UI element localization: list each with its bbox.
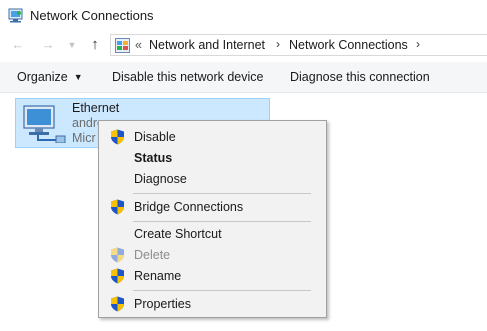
navigation-bar: ← → ▼ ↑ « Network and Internet › Network… bbox=[0, 33, 487, 59]
menu-separator bbox=[133, 290, 311, 291]
menu-item-label: Rename bbox=[134, 269, 182, 283]
breadcrumb-separator-icon[interactable]: › bbox=[416, 37, 420, 51]
disable-device-button[interactable]: Disable this network device bbox=[112, 70, 263, 84]
breadcrumb-network-and-internet[interactable]: Network and Internet bbox=[149, 38, 265, 52]
network-connections-icon bbox=[8, 8, 23, 23]
menu-item-label: Create Shortcut bbox=[134, 227, 222, 241]
menu-item-diagnose[interactable]: Diagnose bbox=[99, 169, 326, 189]
connection-adapter: Micr bbox=[72, 131, 96, 145]
context-menu: Disable Status Diagnose Bridge Connectio… bbox=[98, 120, 327, 318]
breadcrumb-network-connections[interactable]: Network Connections bbox=[289, 38, 408, 52]
menu-item-label: Disable bbox=[134, 130, 176, 144]
diagnose-connection-button[interactable]: Diagnose this connection bbox=[290, 70, 430, 84]
ethernet-adapter-icon bbox=[23, 105, 66, 143]
uac-shield-icon bbox=[111, 268, 124, 284]
menu-item-rename[interactable]: Rename bbox=[99, 266, 326, 286]
menu-item-label: Status bbox=[134, 151, 173, 165]
uac-shield-icon bbox=[111, 247, 124, 263]
connection-name: Ethernet bbox=[72, 101, 120, 115]
address-overflow[interactable]: « bbox=[135, 38, 142, 52]
title-bar: Network Connections bbox=[0, 0, 487, 30]
dropdown-caret-icon: ▼ bbox=[73, 72, 83, 82]
back-arrow-icon[interactable]: ← bbox=[10, 37, 26, 53]
uac-shield-icon bbox=[111, 296, 124, 312]
control-panel-icon bbox=[115, 38, 130, 53]
uac-shield-icon bbox=[111, 129, 124, 145]
up-arrow-icon[interactable]: ↑ bbox=[87, 37, 103, 53]
window-title: Network Connections bbox=[30, 8, 154, 23]
organize-menu-button[interactable]: Organize ▼ bbox=[17, 70, 83, 84]
menu-item-label: Diagnose bbox=[134, 172, 187, 186]
menu-item-create-shortcut[interactable]: Create Shortcut bbox=[99, 224, 326, 244]
forward-arrow-icon[interactable]: → bbox=[40, 37, 56, 53]
menu-item-delete: Delete bbox=[99, 245, 326, 265]
breadcrumb-separator-icon[interactable]: › bbox=[276, 37, 280, 51]
menu-item-properties[interactable]: Properties bbox=[99, 294, 326, 314]
menu-separator bbox=[133, 193, 311, 194]
menu-item-bridge-connections[interactable]: Bridge Connections bbox=[99, 197, 326, 217]
menu-item-disable[interactable]: Disable bbox=[99, 127, 326, 147]
chevron-down-icon[interactable]: ▼ bbox=[64, 37, 80, 53]
menu-item-status[interactable]: Status bbox=[99, 148, 326, 168]
menu-separator bbox=[133, 221, 311, 222]
address-bar[interactable]: « Network and Internet › Network Connect… bbox=[110, 34, 487, 56]
menu-item-label: Properties bbox=[134, 297, 191, 311]
menu-item-label: Delete bbox=[134, 248, 171, 262]
menu-item-label: Bridge Connections bbox=[134, 200, 244, 214]
organize-label: Organize bbox=[17, 70, 68, 84]
uac-shield-icon bbox=[111, 199, 124, 215]
command-bar: Organize ▼ Disable this network device Di… bbox=[0, 62, 487, 93]
